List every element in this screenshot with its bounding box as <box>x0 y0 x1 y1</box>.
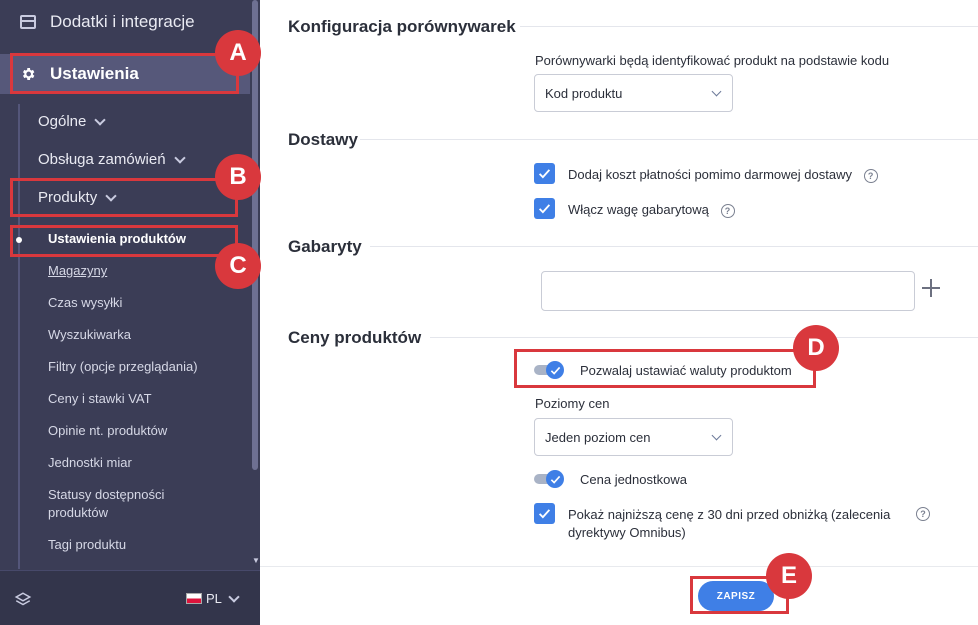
check-icon <box>538 204 551 214</box>
chevron-down-icon <box>711 86 722 97</box>
section-title-shipping: Dostawy <box>288 130 358 149</box>
sidebar-item-orders[interactable]: Obsługa zamówień <box>38 151 186 168</box>
flag-pl-icon <box>186 593 202 604</box>
price-levels-label: Poziomy cen <box>535 396 610 411</box>
divider <box>430 337 978 338</box>
sidebar-item-reviews[interactable]: Opinie nt. produktów <box>48 422 167 440</box>
annotation-badge-e: E <box>766 553 812 599</box>
sidebar-item-availability[interactable]: Statusy dostępności produktów <box>48 486 198 522</box>
check-icon <box>538 509 551 519</box>
annotation-box-c <box>10 225 238 257</box>
annotation-badge-b: B <box>215 154 261 200</box>
dimensions-input[interactable] <box>541 271 915 311</box>
toggle-label: Cena jednostkowa <box>580 471 687 487</box>
annotation-box-b <box>10 178 238 217</box>
checkbox-label: Włącz wagę gabarytową <box>568 202 709 217</box>
help-icon[interactable]: ? <box>916 507 930 521</box>
sidebar-item-filters[interactable]: Filtry (opcje przeglądania) <box>48 358 198 376</box>
select-value: Jeden poziom cen <box>545 429 651 445</box>
toggle-switch[interactable] <box>534 469 566 489</box>
section-title-dimensions: Gabaryty <box>288 237 362 256</box>
divider <box>370 246 978 247</box>
checkbox-row-omnibus[interactable]: Pokaż najniższą cenę z 30 dni przed obni… <box>534 503 944 542</box>
checkbox-checked[interactable] <box>534 503 555 524</box>
section-title-comparators: Konfiguracja porównywarek <box>288 17 516 36</box>
sidebar-item-general[interactable]: Ogólne <box>38 113 107 130</box>
checkbox-label: Pokaż najniższą cenę z 30 dni przed obni… <box>568 507 891 540</box>
sidebar-item-shipping-time[interactable]: Czas wysyłki <box>48 294 122 312</box>
annotation-box-a <box>10 53 239 94</box>
check-icon <box>538 169 551 179</box>
divider <box>520 26 978 27</box>
language-selector[interactable]: PL <box>186 590 240 606</box>
toggle-knob <box>546 470 564 488</box>
chevron-down-icon <box>228 590 240 603</box>
comparators-code-select[interactable]: Kod produktu <box>534 74 733 112</box>
footer-bar <box>260 566 978 625</box>
checkbox-label-wrap: Włącz wagę gabarytową ? <box>568 198 735 219</box>
plus-icon[interactable] <box>922 279 940 297</box>
checkbox-row-payment-cost[interactable]: Dodaj koszt płatności pomimo darmowej do… <box>534 163 878 184</box>
annotation-box-d <box>514 349 816 388</box>
tree-line <box>18 104 20 569</box>
main-content: Konfiguracja porównywarek Porównywarki b… <box>260 0 978 625</box>
divider <box>360 139 978 140</box>
annotation-badge-d: D <box>793 325 839 371</box>
annotation-badge-a: A <box>215 30 261 76</box>
help-icon[interactable]: ? <box>720 203 735 218</box>
price-levels-select[interactable]: Jeden poziom cen <box>534 418 733 456</box>
select-value: Kod produktu <box>545 85 623 101</box>
chevron-down-icon <box>94 113 107 126</box>
help-icon[interactable]: ? <box>863 168 878 183</box>
language-label: PL <box>206 591 222 606</box>
toggle-row-unit-price[interactable]: Cena jednostkowa <box>534 469 687 489</box>
window-icon <box>20 15 36 29</box>
checkbox-checked[interactable] <box>534 198 555 219</box>
sidebar-item-prices-vat[interactable]: Ceny i stawki VAT <box>48 390 152 408</box>
checkbox-label-wrap: Dodaj koszt płatności pomimo darmowej do… <box>568 163 878 184</box>
sidebar-item-units[interactable]: Jednostki miar <box>48 454 132 472</box>
scroll-down-icon[interactable]: ▼ <box>252 556 260 565</box>
sidebar-item-label: Obsługa zamówień <box>38 151 166 168</box>
sidebar-item-warehouses[interactable]: Magazyny <box>48 262 107 280</box>
check-icon <box>550 475 560 484</box>
chevron-down-icon <box>711 430 722 441</box>
comparators-field-label: Porównywarki będą identyfikować produkt … <box>535 53 890 68</box>
checkbox-row-dimensional-weight[interactable]: Włącz wagę gabarytową ? <box>534 198 735 219</box>
layers-icon[interactable] <box>14 591 32 609</box>
chevron-down-icon <box>173 151 186 164</box>
sidebar-item-label: Dodatki i integracje <box>50 12 195 31</box>
sidebar-footer: PL <box>0 570 260 625</box>
annotation-badge-c: C <box>215 243 261 289</box>
sidebar-item-label: Ogólne <box>38 113 87 130</box>
sidebar-item-search[interactable]: Wyszukiwarka <box>48 326 131 344</box>
checkbox-label: Dodaj koszt płatności pomimo darmowej do… <box>568 167 852 182</box>
section-title-prices: Ceny produktów <box>288 328 422 347</box>
sidebar-item-tags[interactable]: Tagi produktu <box>48 536 126 554</box>
checkbox-checked[interactable] <box>534 163 555 184</box>
